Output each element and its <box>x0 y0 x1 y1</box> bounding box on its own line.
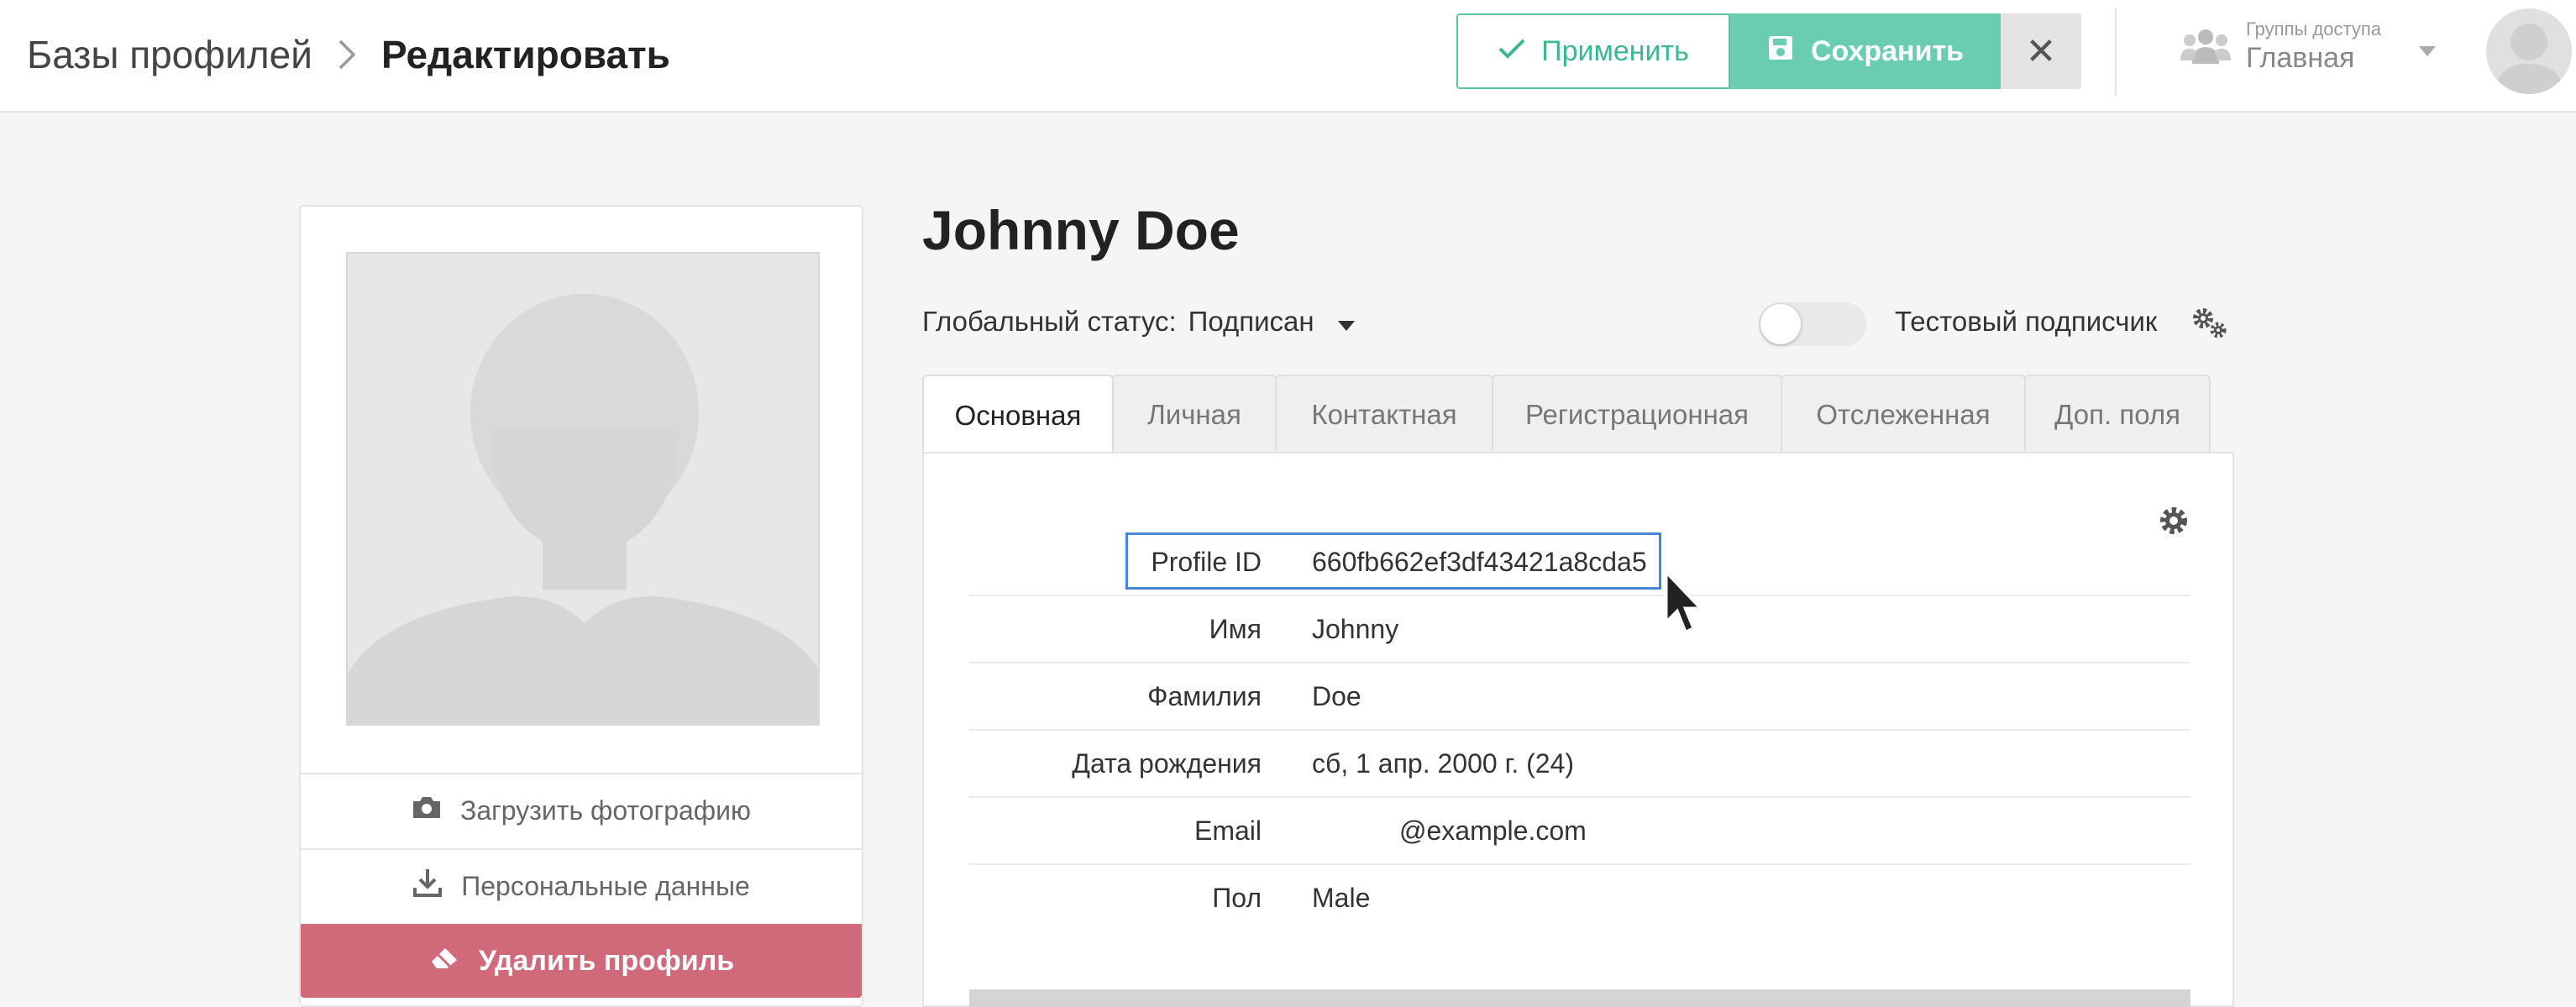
access-groups-value: Главная <box>2246 42 2355 74</box>
field-value[interactable]: @example.com <box>1399 798 1587 863</box>
field-value[interactable]: сб, 1 апр. 2000 г. (24) <box>1312 731 1574 796</box>
floppy-disk-icon <box>1767 34 1794 69</box>
field-row-first-name: Имя Johnny <box>969 596 2190 663</box>
save-button[interactable]: Сохранить <box>1730 13 2001 89</box>
field-value[interactable]: Male <box>1312 865 1370 931</box>
delete-profile-button[interactable]: Удалить профиль <box>301 924 862 998</box>
tab-tracked[interactable]: Отслеженная <box>1781 375 2026 454</box>
tab-registration[interactable]: Регистрационная <box>1492 375 1782 454</box>
global-status-dropdown[interactable]: Подписан <box>1188 306 1314 338</box>
profile-name: Johnny Doe <box>922 199 1240 261</box>
field-label: Фамилия <box>1147 681 1262 711</box>
field-label: Пол <box>1212 883 1262 913</box>
field-value[interactable]: Johnny <box>1312 596 1398 662</box>
field-row-last-name: Фамилия Doe <box>969 663 2190 731</box>
close-icon: ✕ <box>2025 30 2057 72</box>
test-subscriber-toggle[interactable] <box>1759 302 1866 346</box>
field-value[interactable]: Doe <box>1312 663 1361 729</box>
toggle-knob <box>1760 304 1801 344</box>
profile-id-focus-box <box>1125 532 1661 590</box>
download-icon <box>412 868 443 905</box>
field-label: Дата рождения <box>1072 748 1262 779</box>
close-button[interactable]: ✕ <box>2001 13 2081 89</box>
caret-down-icon <box>2419 45 2436 60</box>
user-avatar[interactable] <box>2486 8 2572 94</box>
field-row-gender: Пол Male <box>969 865 2190 932</box>
field-row-birth-date: Дата рождения сб, 1 апр. 2000 г. (24) <box>969 731 2190 798</box>
mouse-cursor-icon <box>1665 569 1703 639</box>
access-groups-label: Группы доступа <box>2246 18 2381 39</box>
tab-main[interactable]: Основная <box>922 375 1114 455</box>
tab-extra-fields[interactable]: Доп. поля <box>2024 375 2211 454</box>
global-status-label: Глобальный статус: <box>922 306 1177 337</box>
gears-icon[interactable] <box>2190 306 2229 345</box>
camera-icon <box>412 795 442 826</box>
tab-personal[interactable]: Личная <box>1112 375 1277 454</box>
check-icon <box>1498 35 1526 68</box>
upload-photo-label: Загрузить фотографию <box>460 795 751 826</box>
header-divider <box>2115 8 2117 96</box>
caret-down-icon[interactable] <box>1337 306 1355 338</box>
delete-profile-label: Удалить профиль <box>478 944 735 977</box>
field-row-email: Email @example.com <box>969 798 2190 865</box>
profile-photo-card: Загрузить фотографию Персональные данные… <box>299 205 863 1007</box>
page-title: Редактировать <box>380 33 670 76</box>
personal-data-label: Персональные данные <box>461 870 750 901</box>
users-icon <box>2180 27 2231 71</box>
eraser-icon <box>428 945 460 978</box>
breadcrumb: Базы профилей Редактировать <box>27 25 670 84</box>
chevron-right-icon <box>336 38 358 71</box>
apply-button-label: Применить <box>1541 34 1689 67</box>
apply-button[interactable]: Применить <box>1456 13 1730 89</box>
save-button-label: Сохранить <box>1810 34 1965 67</box>
profile-photo-placeholder <box>346 252 820 726</box>
test-subscriber-label: Тестовый подписчик <box>1895 306 2158 337</box>
breadcrumb-root-link[interactable]: Базы профилей <box>27 32 312 77</box>
panel-bottom-strip <box>969 989 2190 1007</box>
top-bar: Базы профилей Редактировать Применить Со… <box>0 0 2576 113</box>
tab-contact[interactable]: Контактная <box>1275 375 1493 454</box>
profile-fields-panel: Profile ID 660fb662ef3df43421a8cda5 Имя … <box>922 452 2234 1007</box>
field-label: Email <box>1194 816 1262 846</box>
field-label: Имя <box>1209 614 1262 644</box>
personal-data-button[interactable]: Персональные данные <box>301 848 862 922</box>
upload-photo-button[interactable]: Загрузить фотографию <box>301 773 862 847</box>
access-groups-selector[interactable]: Группы доступа Главная <box>2180 17 2441 89</box>
global-status: Глобальный статус: Подписан <box>922 306 1355 338</box>
